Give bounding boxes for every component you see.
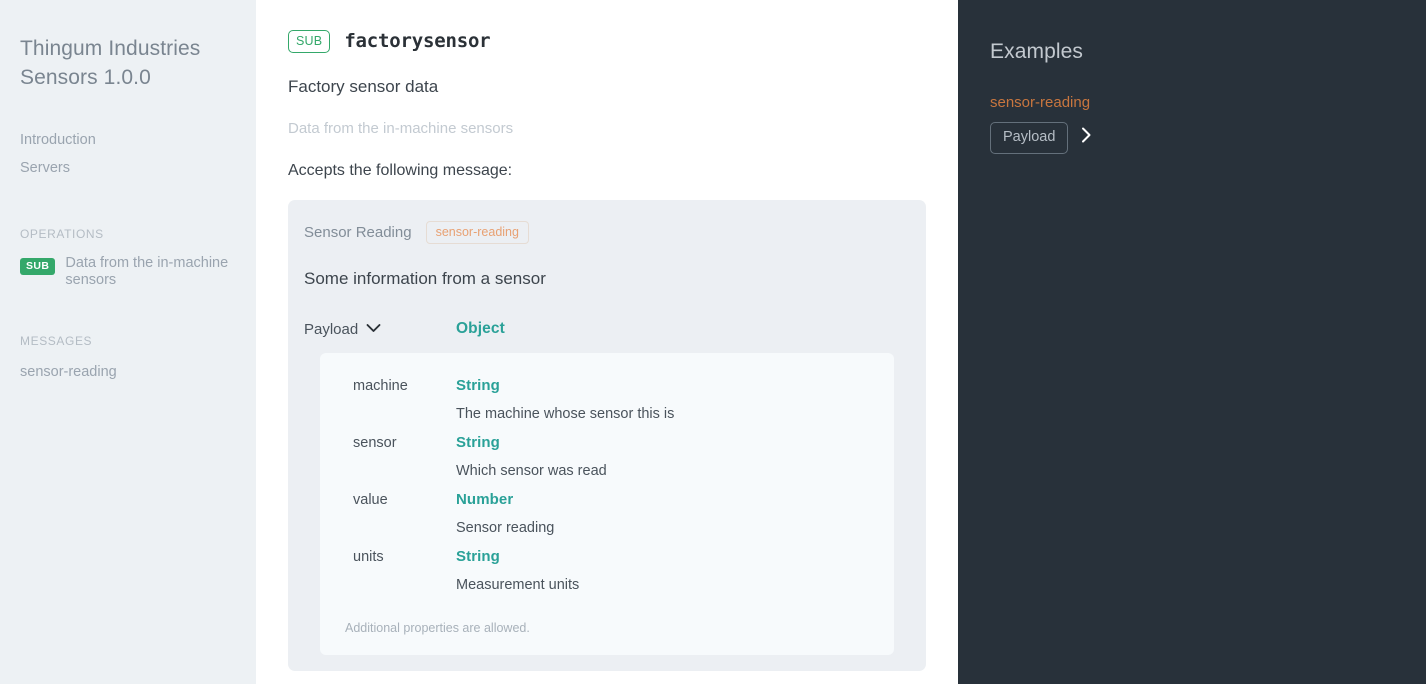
- additional-properties-note: Additional properties are allowed.: [345, 621, 530, 636]
- property-body: String Measurement units: [456, 545, 894, 597]
- property-key: machine: [353, 378, 408, 395]
- examples-panel: Examples sensor-reading Payload: [958, 0, 1426, 684]
- operation-header: SUB factorysensor: [288, 30, 926, 53]
- message-card: Sensor Reading sensor-reading Some infor…: [288, 199, 926, 672]
- properties-table: machine String The machine whose sensor …: [320, 353, 894, 656]
- brand-title: Thingum Industries Sensors 1.0.0: [20, 37, 201, 89]
- property-body: String The machine whose sensor this is: [456, 374, 894, 426]
- payload-label: Payload: [304, 320, 359, 338]
- table-row: machine String The machine whose sensor …: [320, 369, 894, 426]
- message-header: Sensor Reading sensor-reading: [304, 220, 910, 245]
- accepts-message-label: Accepts the following message:: [288, 161, 513, 179]
- message-title: Some information from a sensor: [304, 269, 546, 289]
- sidebar-operation-label: Data from the in-machine sensors: [65, 255, 229, 288]
- tab-payload[interactable]: Payload: [990, 122, 1069, 154]
- examples-title: Examples: [990, 40, 1084, 63]
- sub-badge: SUB: [20, 258, 56, 275]
- property-body: String Which sensor was read: [456, 431, 894, 483]
- table-row: units String Measurement units: [320, 540, 894, 597]
- message-name: Sensor Reading: [304, 223, 412, 241]
- example-controls: Payload: [990, 122, 1394, 154]
- table-row: value Number Sensor reading: [320, 483, 894, 540]
- message-id-badge: sensor-reading: [425, 220, 529, 245]
- payload-type: Object: [456, 320, 505, 338]
- sidebar-section-messages: MESSAGES: [20, 334, 93, 348]
- property-description: Sensor reading: [456, 520, 555, 537]
- property-type: String: [456, 548, 500, 566]
- example-name-link[interactable]: sensor-reading: [990, 94, 1394, 111]
- sidebar: Thingum Industries Sensors 1.0.0 Introdu…: [0, 0, 256, 684]
- property-key: units: [353, 549, 384, 566]
- property-type: Number: [456, 491, 514, 509]
- sidebar-item-operation-factorysensor[interactable]: SUB Data from the in-machine sensors: [20, 255, 236, 289]
- property-description: Measurement units: [456, 577, 580, 594]
- sidebar-item-message-sensor-reading[interactable]: sensor-reading: [20, 362, 236, 382]
- app-root: Thingum Industries Sensors 1.0.0 Introdu…: [0, 0, 1426, 684]
- property-type: String: [456, 377, 500, 395]
- payload-row: Payload Object: [304, 320, 910, 338]
- property-description: Which sensor was read: [456, 463, 607, 480]
- property-type: String: [456, 434, 500, 452]
- operation-description: Data from the in-machine sensors: [288, 119, 514, 137]
- payload-toggle[interactable]: Payload: [304, 320, 456, 338]
- sub-badge-outline: SUB: [288, 30, 331, 53]
- sidebar-item-servers[interactable]: Servers: [20, 154, 236, 182]
- main-content: SUB factorysensor Factory sensor data Da…: [256, 0, 958, 684]
- property-body: Number Sensor reading: [456, 488, 894, 540]
- table-row: sensor String Which sensor was read: [320, 426, 894, 483]
- chevron-right-icon[interactable]: [1081, 127, 1092, 148]
- property-description: The machine whose sensor this is: [456, 406, 675, 423]
- property-key: sensor: [353, 435, 397, 452]
- property-key: value: [353, 492, 388, 509]
- sidebar-item-introduction[interactable]: Introduction: [20, 126, 236, 154]
- chevron-down-icon: [366, 320, 381, 338]
- operation-summary: Factory sensor data: [288, 76, 439, 96]
- operation-channel-name: factorysensor: [344, 30, 491, 53]
- sidebar-section-operations: OPERATIONS: [20, 227, 104, 241]
